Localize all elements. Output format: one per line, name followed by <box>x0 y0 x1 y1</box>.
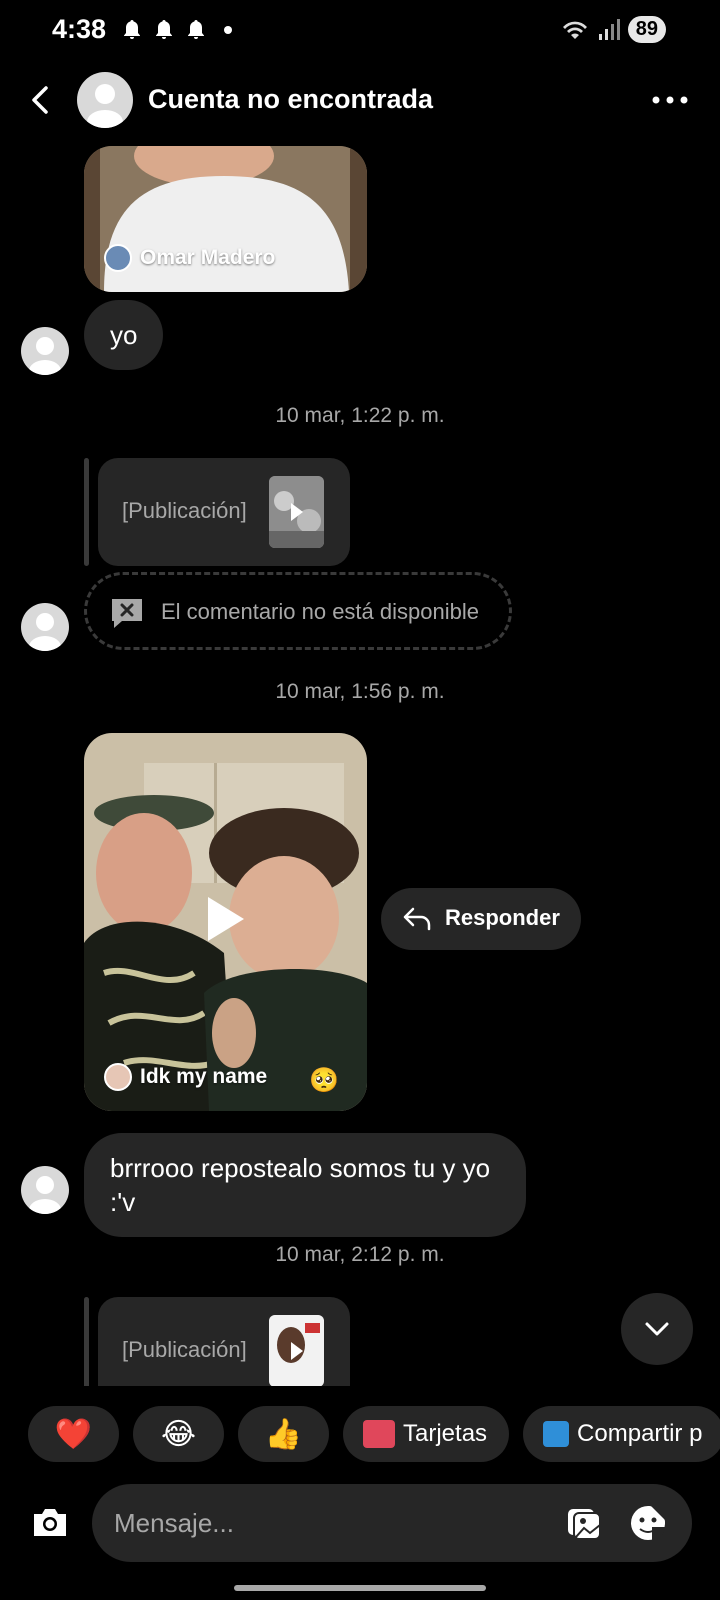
more-notifications-dot <box>224 26 232 34</box>
shared-post[interactable]: [Publicación] <box>98 1297 350 1386</box>
comment-unavailable-icon <box>112 599 142 628</box>
default-avatar-icon <box>29 613 61 651</box>
reel-thumbnail <box>84 733 367 1111</box>
default-avatar-icon <box>29 1176 61 1214</box>
cards-label: Tarjetas <box>403 1420 488 1447</box>
message-timestamp: 10 mar, 2:12 p. m. <box>275 1243 445 1266</box>
avatar[interactable] <box>21 603 69 651</box>
shared-reel[interactable]: Idk my name 🥺 <box>84 733 367 1111</box>
post-thumbnail <box>269 1315 324 1386</box>
signal-icon <box>598 18 620 40</box>
shared-post[interactable]: [Publicación] <box>98 458 350 566</box>
status-bar: 4:38 89 <box>0 0 720 62</box>
post-label: [Publicación] <box>122 1337 247 1362</box>
wifi-icon <box>562 21 587 39</box>
quick-reaction-heart[interactable]: ❤️ <box>28 1406 119 1462</box>
message-input[interactable] <box>114 1502 514 1544</box>
message-composer <box>92 1484 692 1562</box>
reply-icon <box>403 907 431 931</box>
gallery-icon[interactable] <box>564 1503 604 1543</box>
unavailable-comment-text: El comentario no está disponible <box>161 599 479 624</box>
message-bubble[interactable]: yo <box>84 300 164 370</box>
bell-icon <box>188 20 204 39</box>
reel-owner-name: Idk my name <box>140 1065 268 1088</box>
chat-header: Cuenta no encontrada <box>0 62 720 146</box>
page-title[interactable]: Cuenta no encontrada <box>148 84 433 115</box>
message-bubble[interactable]: brrrooo repostealo somos tu y yo :'v <box>84 1133 526 1237</box>
message-list[interactable]: Omar Madero yo 10 mar, 1:22 p. m. [Publi… <box>0 146 720 1386</box>
share-play-icon <box>543 1421 570 1447</box>
default-avatar-icon <box>29 337 61 375</box>
cards-button[interactable]: Tarjetas <box>343 1406 510 1462</box>
avatar[interactable] <box>77 72 133 128</box>
notification-icons <box>120 18 232 42</box>
bell-icon <box>124 20 140 39</box>
message-timestamp: 10 mar, 1:56 p. m. <box>275 680 445 703</box>
unavailable-comment: El comentario no está disponible <box>84 572 512 650</box>
reply-indicator-bar <box>84 458 89 566</box>
sticker-icon[interactable] <box>628 1503 668 1543</box>
avatar <box>104 244 132 272</box>
default-avatar-icon <box>87 84 123 128</box>
shared-reel[interactable]: Omar Madero <box>84 146 367 292</box>
status-time: 4:38 <box>52 14 107 44</box>
bell-icon <box>156 20 172 39</box>
back-button[interactable] <box>22 80 62 120</box>
reply-button[interactable]: Responder <box>381 888 581 950</box>
status-indicators: 89 <box>560 16 666 43</box>
post-label: [Publicación] <box>122 498 247 523</box>
reply-button-label: Responder <box>445 905 560 930</box>
reel-owner-name: Omar Madero <box>140 246 276 269</box>
quick-reaction-laugh[interactable]: 😂 <box>133 1406 224 1462</box>
share-label: Compartir p <box>577 1420 703 1447</box>
share-button[interactable]: Compartir p <box>523 1406 720 1462</box>
reel-owner: Idk my name <box>104 1063 267 1091</box>
message-timestamp: 10 mar, 1:22 p. m. <box>275 404 445 427</box>
reel-owner: Omar Madero <box>104 244 275 272</box>
reel-sticker: 🥺 <box>309 1067 339 1094</box>
camera-icon[interactable] <box>28 1500 72 1544</box>
avatar[interactable] <box>21 327 69 375</box>
home-indicator[interactable] <box>234 1585 486 1591</box>
gift-card-icon <box>363 1420 395 1448</box>
scroll-to-bottom-button[interactable] <box>621 1293 693 1365</box>
reply-indicator-bar <box>84 1297 89 1386</box>
more-options-icon[interactable] <box>650 88 690 112</box>
quick-reaction-thumbs-up[interactable]: 👍 <box>238 1406 329 1462</box>
avatar <box>104 1063 132 1091</box>
chevron-down-icon <box>645 1322 669 1336</box>
quick-reactions: ❤️ 😂 👍 Tarjetas Compartir p <box>28 1406 720 1462</box>
battery-indicator: 89 <box>627 16 666 43</box>
post-thumbnail <box>269 476 324 548</box>
avatar[interactable] <box>21 1166 69 1214</box>
